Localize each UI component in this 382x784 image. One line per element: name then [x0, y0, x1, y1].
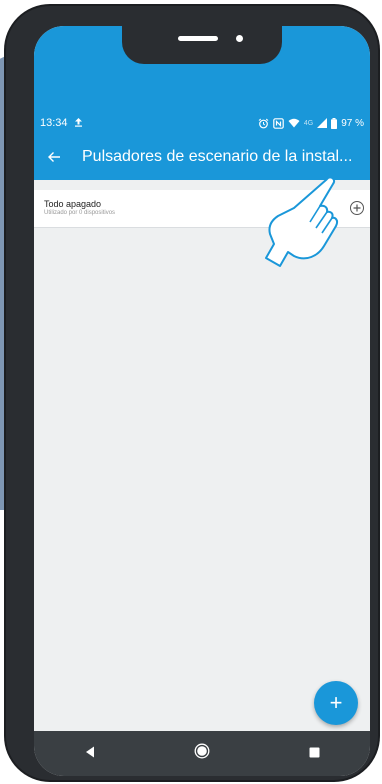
battery-icon — [331, 117, 338, 129]
wifi-icon — [288, 118, 300, 128]
list-item-title: Todo apagado — [44, 199, 102, 209]
nav-back-button[interactable] — [70, 734, 110, 774]
status-icons: 4G 97 % — [258, 117, 364, 129]
list-item-subtitle: Utilizado por 0 dispositivos — [44, 210, 116, 216]
square-recents-icon — [309, 745, 320, 763]
network-type-label: 4G — [303, 119, 314, 127]
add-circle-icon[interactable] — [350, 201, 364, 215]
alarm-icon — [258, 118, 269, 129]
circle-home-icon — [194, 743, 210, 764]
nfc-icon — [273, 117, 284, 129]
arrow-left-icon — [47, 147, 61, 168]
phone-frame: 13:34 4G 97 % Pulsadores de escenario de… — [6, 6, 378, 780]
nav-home-button[interactable] — [182, 734, 222, 774]
stage: 13:34 4G 97 % Pulsadores de escenario de… — [0, 0, 382, 784]
add-fab-button[interactable]: + — [314, 681, 358, 725]
pointing-hand-icon — [250, 169, 341, 270]
back-button[interactable] — [34, 134, 74, 180]
status-bar: 13:34 4G 97 % — [34, 112, 370, 134]
triangle-back-icon — [85, 745, 95, 763]
page-title: Pulsadores de escenario de la instal... — [82, 148, 353, 165]
status-time: 13:34 — [40, 117, 68, 129]
phone-screen: 13:34 4G 97 % Pulsadores de escenario de… — [34, 26, 370, 776]
signal-icon — [317, 118, 328, 128]
speaker-grille — [178, 36, 218, 41]
nav-recents-button[interactable] — [294, 734, 334, 774]
upload-icon — [74, 117, 83, 130]
system-nav-bar — [34, 731, 370, 776]
front-camera — [236, 35, 243, 42]
battery-percent: 97 % — [341, 117, 364, 129]
phone-notch — [122, 26, 282, 64]
plus-icon: + — [329, 690, 343, 715]
